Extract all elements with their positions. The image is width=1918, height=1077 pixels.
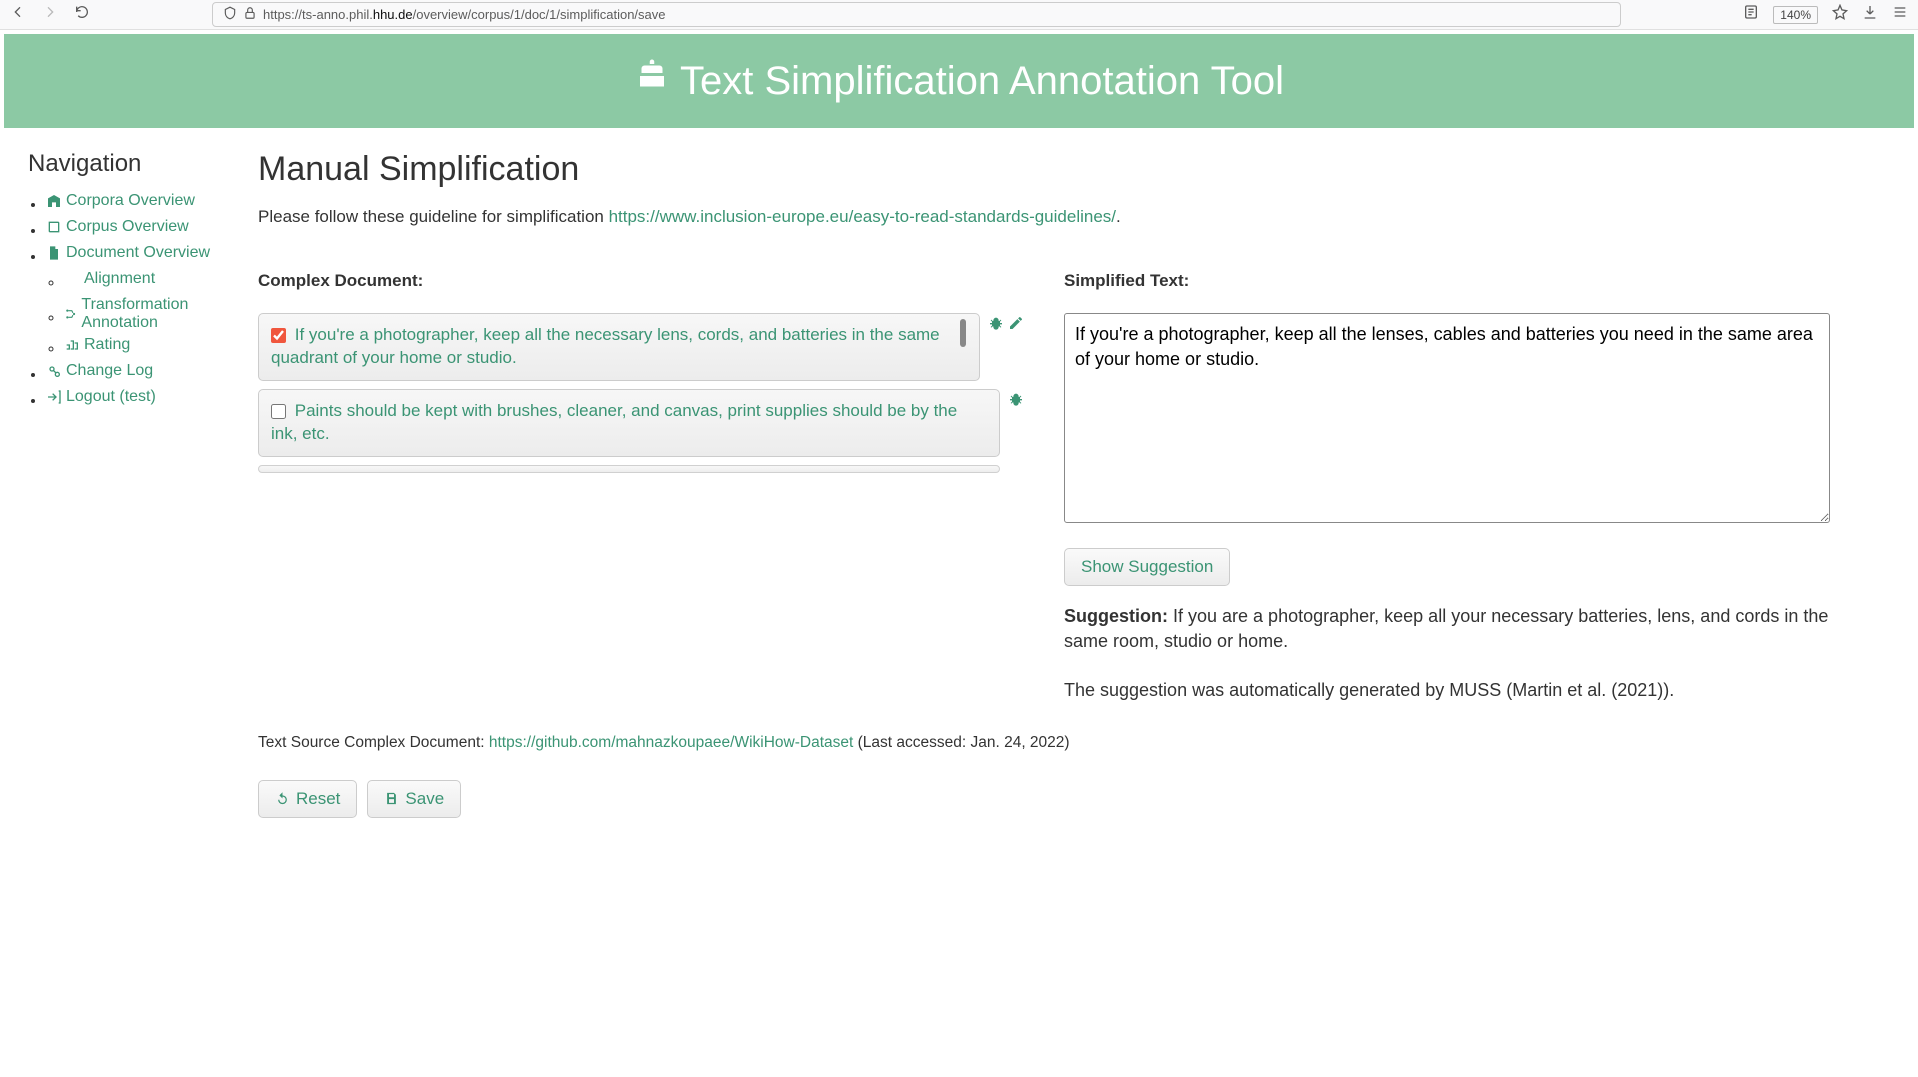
guideline-link[interactable]: https://www.inclusion-europe.eu/easy-to-… xyxy=(609,207,1116,226)
suggestion-text: If you are a photographer, keep all your… xyxy=(1064,606,1828,651)
nav-title: Navigation xyxy=(28,150,238,178)
reload-icon[interactable] xyxy=(74,4,90,25)
sidebar: Navigation Corpora Overview Corpus Overv… xyxy=(28,150,238,818)
sentence-card[interactable]: If you're a photographer, keep all the n… xyxy=(258,313,980,381)
menu-icon[interactable] xyxy=(1892,4,1908,25)
nav-logout[interactable]: Logout (test) xyxy=(46,388,156,406)
suggestion-block: Suggestion: If you are a photographer, k… xyxy=(1064,604,1830,654)
suggestion-label: Suggestion: xyxy=(1064,606,1168,626)
complex-sentence-list: If you're a photographer, keep all the n… xyxy=(258,313,1024,473)
browser-toolbar: https://ts-anno.phil.hhu.de/overview/cor… xyxy=(0,0,1918,30)
url-bar[interactable]: https://ts-anno.phil.hhu.de/overview/cor… xyxy=(212,2,1621,27)
bug-icon[interactable] xyxy=(988,315,1004,336)
sentence-text: Paints should be kept with brushes, clea… xyxy=(271,401,957,443)
zoom-badge[interactable]: 140% xyxy=(1773,6,1818,24)
sentence-text: If you're a photographer, keep all the n… xyxy=(271,325,940,367)
nav-document[interactable]: Document Overview xyxy=(46,244,210,262)
forward-icon[interactable] xyxy=(42,4,58,25)
lock-icon xyxy=(243,6,257,23)
suggestion-attribution: The suggestion was automatically generat… xyxy=(1064,678,1830,703)
sentence-card[interactable] xyxy=(258,465,1000,473)
scrollbar-thumb[interactable] xyxy=(960,319,966,347)
simplified-textarea[interactable] xyxy=(1064,313,1830,523)
robot-icon xyxy=(634,58,670,104)
bug-icon[interactable] xyxy=(1008,391,1024,412)
download-icon[interactable] xyxy=(1008,467,1024,473)
complex-label: Complex Document: xyxy=(258,271,1024,291)
nav-rating[interactable]: Rating xyxy=(64,336,130,354)
nav-corpus[interactable]: Corpus Overview xyxy=(46,218,189,236)
star-icon[interactable] xyxy=(1832,4,1848,25)
app-banner: Text Simplification Annotation Tool xyxy=(4,34,1914,128)
download-icon[interactable] xyxy=(1862,4,1878,25)
sentence-checkbox[interactable] xyxy=(271,328,286,343)
page-title: Manual Simplification xyxy=(258,150,1850,189)
source-line: Text Source Complex Document: https://gi… xyxy=(258,734,1850,752)
save-button[interactable]: Save xyxy=(367,780,461,818)
shield-icon xyxy=(223,6,237,23)
nav-corpora[interactable]: Corpora Overview xyxy=(46,192,195,210)
sentence-checkbox[interactable] xyxy=(271,404,286,419)
nav-transformation[interactable]: Transformation Annotation xyxy=(64,296,238,332)
reader-icon[interactable] xyxy=(1743,4,1759,25)
simplified-label: Simplified Text: xyxy=(1064,271,1830,291)
reset-button[interactable]: Reset xyxy=(258,780,357,818)
app-title: Text Simplification Annotation Tool xyxy=(680,59,1284,104)
back-icon[interactable] xyxy=(10,4,26,25)
nav-changelog[interactable]: Change Log xyxy=(46,362,153,380)
edit-icon[interactable] xyxy=(1008,315,1024,336)
sentence-card[interactable]: Paints should be kept with brushes, clea… xyxy=(258,389,1000,457)
url-text: https://ts-anno.phil.hhu.de/overview/cor… xyxy=(263,7,666,22)
main-content: Manual Simplification Please follow thes… xyxy=(258,150,1890,818)
show-suggestion-button[interactable]: Show Suggestion xyxy=(1064,548,1230,586)
guideline-text: Please follow these guideline for simpli… xyxy=(258,207,1850,227)
nav-alignment[interactable]: Alignment xyxy=(64,270,155,288)
source-link[interactable]: https://github.com/mahnazkoupaee/WikiHow… xyxy=(489,734,853,751)
